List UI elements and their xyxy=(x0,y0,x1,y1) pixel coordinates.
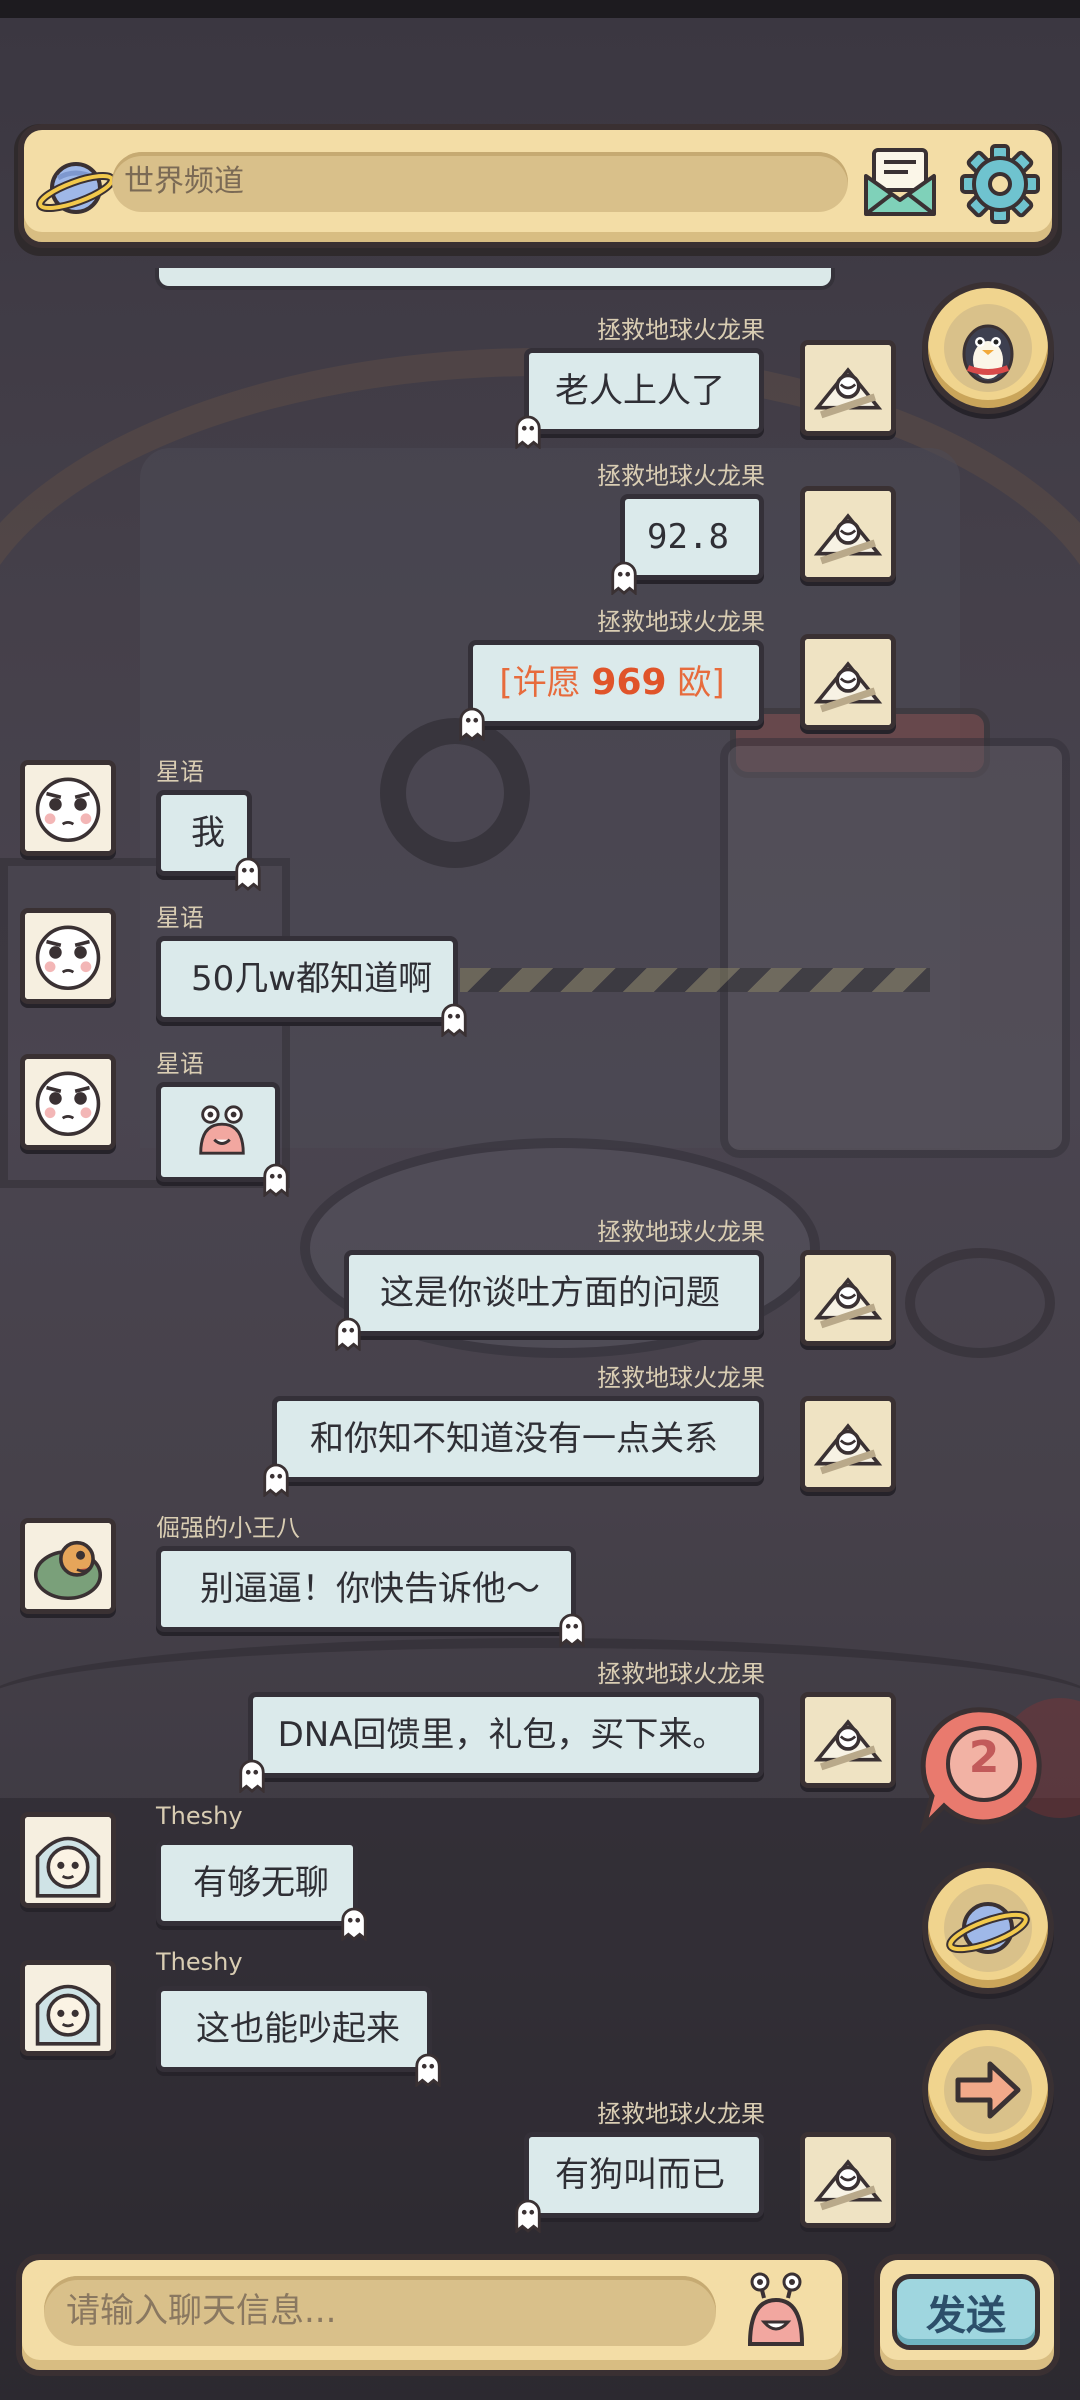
next-button[interactable] xyxy=(922,2024,1054,2156)
message-bubble[interactable]: 我 xyxy=(156,790,261,891)
ghost-icon xyxy=(559,1613,585,1647)
previous-message-bubble xyxy=(155,268,835,290)
planet-icon[interactable] xyxy=(36,148,116,228)
wish-prefix: [许愿 xyxy=(499,663,592,703)
message-bubble[interactable]: 92.8 xyxy=(611,494,764,595)
ghost-icon xyxy=(611,561,637,595)
ghost-icon xyxy=(263,1163,289,1197)
world-channel-button[interactable] xyxy=(922,1862,1054,1994)
sender-name: 拯救地球火龙果 xyxy=(597,462,765,490)
message-bubble[interactable]: 这也能吵起来 xyxy=(156,1986,441,2087)
arrow-right-icon xyxy=(944,2046,1032,2134)
penguin-button[interactable] xyxy=(922,282,1054,414)
snail-emoji-icon[interactable] xyxy=(736,2270,816,2350)
sender-name: 拯救地球火龙果 xyxy=(597,1364,765,1392)
sender-name: 拯救地球火龙果 xyxy=(597,1218,765,1246)
avatar[interactable] xyxy=(20,908,116,1004)
ghost-icon xyxy=(335,1317,361,1351)
unread-count: 2 xyxy=(968,1732,1000,1783)
wish-message-bubble[interactable]: [许愿 969 欧] xyxy=(459,640,764,741)
status-bar xyxy=(0,0,1080,18)
avatar[interactable] xyxy=(800,1396,896,1492)
ghost-icon xyxy=(341,1907,367,1941)
sender-name: 倔强的小王八 xyxy=(156,1514,300,1542)
ghost-icon xyxy=(239,1759,265,1793)
message-bubble[interactable]: 有狗叫而已 xyxy=(515,2132,764,2233)
ghost-icon xyxy=(263,1463,289,1497)
avatar[interactable] xyxy=(800,2132,896,2228)
avatar[interactable] xyxy=(20,760,116,856)
sender-name: 拯救地球火龙果 xyxy=(597,1660,765,1688)
avatar[interactable] xyxy=(800,1250,896,1346)
message-bubble[interactable]: 别逼逼！你快告诉他～ xyxy=(156,1546,585,1647)
sender-name: 拯救地球火龙果 xyxy=(597,2100,765,2128)
sender-name: 拯救地球火龙果 xyxy=(597,608,765,636)
planet-icon xyxy=(944,1884,1032,1972)
message-bubble[interactable]: DNA回馈里，礼包，买下来。 xyxy=(239,1692,764,1793)
sender-name: 星语 xyxy=(156,904,204,932)
mail-icon[interactable] xyxy=(862,146,938,218)
avatar[interactable] xyxy=(800,486,896,582)
sender-name: Theshy xyxy=(156,1948,243,1976)
sender-name: 星语 xyxy=(156,758,204,786)
ghost-icon xyxy=(441,1003,467,1037)
message-bubble[interactable]: 50几w都知道啊 xyxy=(156,936,467,1037)
sender-name: 拯救地球火龙果 xyxy=(597,316,765,344)
ghost-icon xyxy=(515,2199,541,2233)
sticker-message-bubble[interactable] xyxy=(156,1082,289,1197)
chat-input[interactable] xyxy=(44,2276,716,2346)
avatar[interactable] xyxy=(20,1812,116,1908)
message-bubble[interactable]: 老人上人了 xyxy=(515,348,764,449)
snail-emoji-icon xyxy=(199,1105,245,1155)
send-button[interactable]: 发送 xyxy=(892,2274,1040,2350)
penguin-icon xyxy=(944,304,1032,392)
sender-name: Theshy xyxy=(156,1802,243,1830)
channel-label: 世界频道 xyxy=(124,164,244,199)
avatar[interactable] xyxy=(20,1960,116,2056)
gear-icon[interactable] xyxy=(958,142,1042,226)
avatar[interactable] xyxy=(800,340,896,436)
message-bubble[interactable]: 和你知不知道没有一点关系 xyxy=(263,1396,764,1497)
message-bubble[interactable]: 有够无聊 xyxy=(156,1840,367,1941)
message-bubble[interactable]: 这是你谈吐方面的问题 xyxy=(335,1250,764,1351)
wish-number: 969 xyxy=(591,662,667,703)
avatar[interactable] xyxy=(800,634,896,730)
ghost-icon xyxy=(515,415,541,449)
avatar[interactable] xyxy=(20,1518,116,1614)
ghost-icon xyxy=(235,857,261,891)
sender-name: 星语 xyxy=(156,1050,204,1078)
avatar[interactable] xyxy=(20,1054,116,1150)
wish-suffix: 欧] xyxy=(666,663,725,703)
ghost-icon xyxy=(415,2053,441,2087)
avatar[interactable] xyxy=(800,1692,896,1788)
ghost-icon xyxy=(459,707,485,741)
